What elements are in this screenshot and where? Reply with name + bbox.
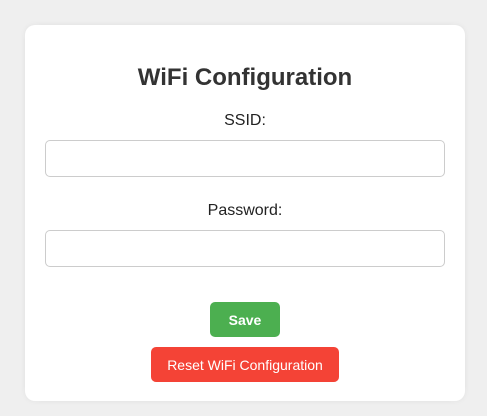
wifi-config-card: WiFi Configuration SSID: Password: Save …: [25, 25, 465, 401]
ssid-input[interactable]: [45, 140, 445, 177]
page-title: WiFi Configuration: [137, 64, 353, 91]
save-button[interactable]: Save: [210, 302, 280, 337]
ssid-label: SSID:: [224, 112, 266, 129]
password-input[interactable]: [45, 230, 445, 267]
password-label: Password:: [207, 202, 283, 219]
reset-wifi-button[interactable]: Reset WiFi Configuration: [151, 347, 339, 382]
